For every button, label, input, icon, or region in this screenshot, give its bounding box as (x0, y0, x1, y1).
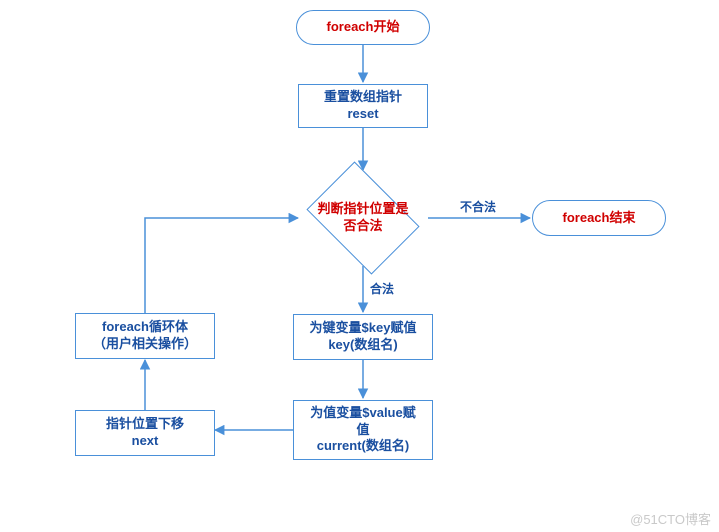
watermark: @51CTO博客 (630, 509, 711, 528)
decision-label-2: 否合法 (343, 218, 382, 233)
key-label-2: key(数组名) (328, 337, 397, 354)
loop-label-2: （用户相关操作） (93, 336, 197, 353)
value-node: 为值变量$value赋 值 current(数组名) (293, 400, 433, 460)
decision-label-1: 判断指针位置是 (317, 201, 408, 216)
start-label: foreach开始 (327, 19, 400, 36)
end-label: foreach结束 (563, 210, 636, 227)
value-label-1: 为值变量$value赋 (310, 405, 415, 422)
key-node: 为键变量$key赋值 key(数组名) (293, 314, 433, 360)
start-node: foreach开始 (296, 10, 430, 45)
value-label-2: 值 (356, 422, 369, 439)
reset-node: 重置数组指针 reset (298, 84, 428, 128)
edge-legal-label: 合法 (370, 280, 394, 297)
key-label-1: 为键变量$key赋值 (310, 320, 417, 337)
decision-label: 判断指针位置是 否合法 (317, 201, 408, 235)
value-label-3: current(数组名) (317, 438, 409, 455)
reset-label-2: reset (347, 106, 378, 123)
edge-illegal-label: 不合法 (460, 198, 496, 215)
loop-label-1: foreach循环体 (102, 319, 188, 336)
next-node: 指针位置下移 next (75, 410, 215, 456)
decision-node: 判断指针位置是 否合法 (298, 170, 428, 266)
loop-node: foreach循环体 （用户相关操作） (75, 313, 215, 359)
next-label-1: 指针位置下移 (106, 416, 184, 433)
end-node: foreach结束 (532, 200, 666, 236)
reset-label-1: 重置数组指针 (324, 89, 402, 106)
next-label-2: next (132, 433, 159, 450)
